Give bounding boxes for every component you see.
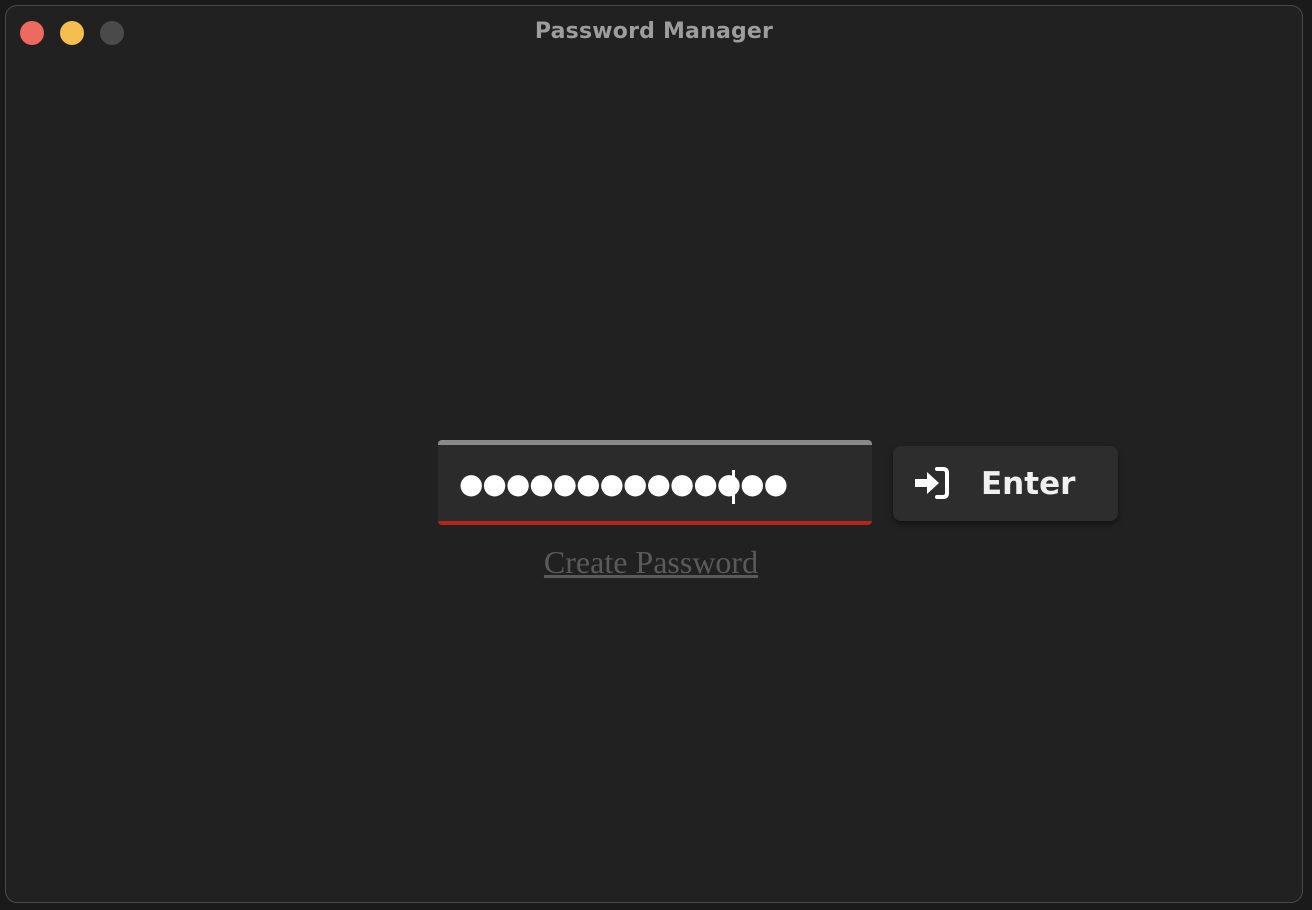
text-caret	[732, 470, 735, 504]
enter-button-label: Enter	[981, 466, 1076, 502]
app-window: Password Manager ●●●●●●●●●●●●●● Enter Cr…	[5, 5, 1303, 903]
password-input[interactable]: ●●●●●●●●●●●●●●	[438, 440, 872, 525]
title-bar[interactable]: Password Manager	[6, 6, 1302, 60]
password-masked-value: ●●●●●●●●●●●●●●	[459, 467, 788, 500]
enter-button[interactable]: Enter	[893, 446, 1118, 521]
sign-in-icon	[915, 467, 949, 499]
create-password-link[interactable]: Create Password	[6, 544, 1302, 581]
window-title: Password Manager	[534, 19, 774, 44]
create-password-label: Create Password	[543, 544, 759, 580]
